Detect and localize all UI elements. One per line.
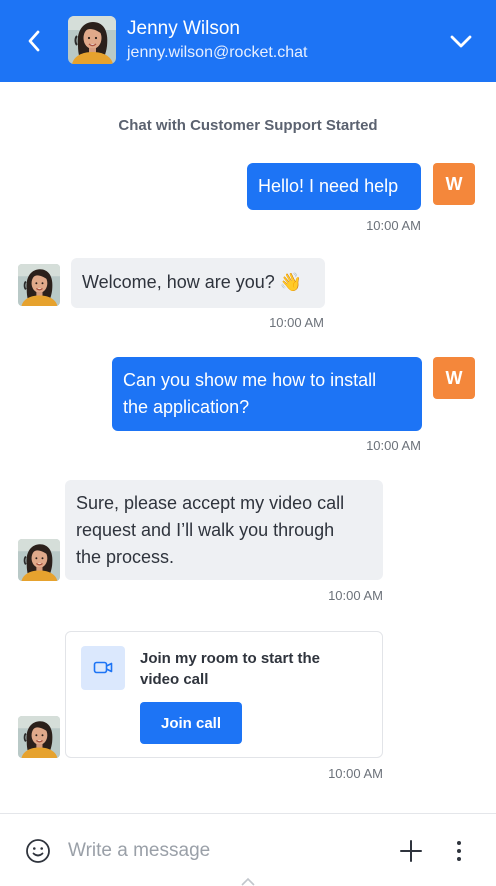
chevron-down-icon[interactable]: [448, 28, 474, 54]
emoji-icon[interactable]: [25, 838, 51, 864]
video-call-card: Join my room to start the video call Joi…: [65, 631, 383, 758]
chat-header: Jenny Wilson jenny.wilson@rocket.chat: [0, 0, 496, 82]
incoming-message[interactable]: Welcome, how are you? 👋: [71, 258, 325, 308]
video-camera-icon: [81, 646, 125, 690]
chevron-up-icon: [241, 877, 255, 886]
video-call-title: Join my room to start the video call: [140, 650, 321, 688]
incoming-message[interactable]: Sure, please accept my video call reques…: [65, 480, 383, 580]
message-timestamp: 10:00 AM: [269, 315, 324, 330]
message-line: the process.: [76, 547, 175, 567]
message-text: Hello! I need help: [258, 176, 399, 196]
contact-name: Jenny Wilson: [127, 18, 240, 39]
message-timestamp: 10:00 AM: [366, 218, 421, 233]
user-avatar[interactable]: W: [433, 357, 475, 399]
message-line: request and I’ll walk you through: [76, 520, 335, 540]
user-avatar[interactable]: W: [433, 163, 475, 205]
chevron-left-icon[interactable]: [22, 28, 48, 54]
system-message: Chat with Customer Support Started: [118, 117, 378, 134]
composer-divider: [0, 813, 496, 814]
join-call-button[interactable]: Join call: [140, 702, 242, 744]
contact-avatar[interactable]: [68, 16, 116, 64]
outgoing-message[interactable]: Hello! I need help: [247, 163, 421, 210]
agent-avatar[interactable]: [18, 539, 60, 581]
message-input[interactable]: [68, 838, 368, 864]
outgoing-message[interactable]: Can you show me how to install the appli…: [112, 357, 422, 431]
message-line: the application?: [123, 397, 250, 417]
message-line: Can you show me how to install: [123, 370, 377, 390]
message-text: Welcome, how are you? 👋: [82, 272, 303, 292]
message-timestamp: 10:00 AM: [328, 588, 383, 603]
agent-avatar[interactable]: [18, 716, 60, 758]
message-timestamp: 10:00 AM: [328, 766, 383, 781]
kebab-menu-icon[interactable]: [449, 839, 469, 863]
plus-icon[interactable]: [399, 839, 423, 863]
contact-email: jenny.wilson@rocket.chat: [127, 44, 308, 61]
agent-avatar[interactable]: [18, 264, 60, 306]
message-timestamp: 10:00 AM: [366, 438, 421, 453]
message-line: Sure, please accept my video call: [76, 493, 345, 513]
